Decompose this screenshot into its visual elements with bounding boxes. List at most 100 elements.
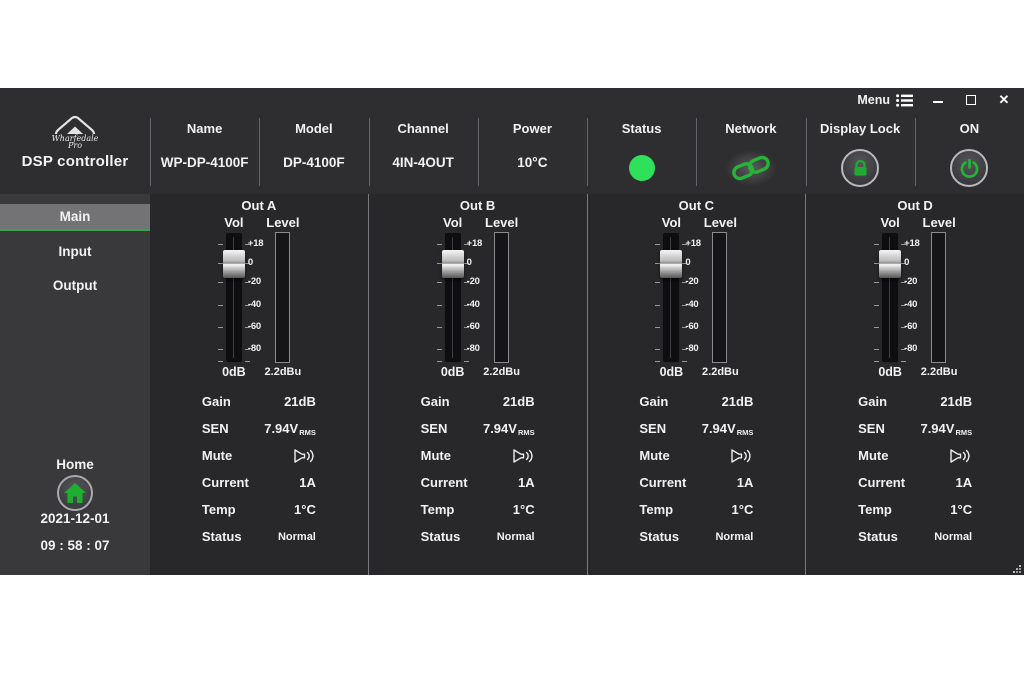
channel-info-rows: Gain 21dB SEN 7.94VRMS Mute Current [639,388,753,550]
current-label: Current [202,475,249,490]
wharfedale-logo-icon [52,115,98,135]
speaker-icon[interactable] [731,448,753,464]
channel-value: 4IN-4OUT [392,155,454,171]
power-button[interactable] [950,149,988,187]
gain-value: 21dB [503,394,535,409]
sidebar-item-output[interactable]: Output [0,268,150,302]
display-lock-label: Display Lock [820,121,900,137]
current-label: Current [858,475,905,490]
channel-strip: Out A Vol Level +18 0 -20 -40 -60 -80 0d… [150,194,368,575]
status-value: Normal [934,531,972,543]
volume-fader-track[interactable] [225,232,243,363]
sidebar-item-input[interactable]: Input [0,234,150,268]
app-window: Menu ✕ Wharfedale Pro DSP controller Nam… [0,88,1024,575]
menu-list-icon [896,94,913,107]
level-value: 2.2dBu [907,366,971,378]
gain-row: Gain 21dB [421,388,535,415]
minimize-button[interactable] [930,92,946,108]
status-label: Status [858,529,898,544]
status-label: Status [639,529,679,544]
menu-label: Menu [857,93,890,107]
status-indicator-dot [629,155,655,181]
gain-value: 21dB [284,394,316,409]
volume-fader-track[interactable] [662,232,680,363]
level-label: Level [253,216,313,230]
status-label: Status [202,529,242,544]
volume-fader-handle[interactable] [660,250,682,278]
sen-value: 7.94V [702,421,736,436]
temp-label: Temp [421,502,455,517]
sen-label: SEN [858,421,885,436]
volume-fader-handle[interactable] [442,250,464,278]
app-title: DSP controller [22,153,129,170]
volume-fader-track[interactable] [444,232,462,363]
volume-fader-handle[interactable] [223,250,245,278]
power-icon [959,158,980,179]
mute-row: Mute [421,442,535,469]
volume-fader-handle[interactable] [879,250,901,278]
model-value: DP-4100F [283,155,345,171]
speaker-icon[interactable] [513,448,535,464]
gain-row: Gain 21dB [639,388,753,415]
resize-grip[interactable] [1013,565,1021,573]
sen-unit-subscript: RMS [955,428,972,437]
header-cell-channel: Channel 4IN-4OUT [369,112,478,194]
volume-fader-track[interactable] [881,232,899,363]
status-row: Status Normal [858,523,972,550]
display-lock-button[interactable] [841,149,879,187]
header-cell-status: Status [587,112,696,194]
network-label: Network [725,121,776,137]
header-bar: Wharfedale Pro DSP controller Name WP-DP… [0,112,1024,194]
temp-value: 1°C [513,502,535,517]
brand-script-line2: Pro [68,142,82,149]
sen-value: 7.94V [920,421,954,436]
power-value: 10°C [517,155,547,171]
current-value: 1A [518,475,535,490]
gain-row: Gain 21dB [858,388,972,415]
temp-label: Temp [639,502,673,517]
fader-scale: +18 0 -20 -40 -60 -80 [467,232,493,363]
sen-unit-subscript: RMS [299,428,316,437]
home-icon [63,482,87,504]
date-display: 2021-12-01 [0,511,150,527]
menu-button[interactable]: Menu [857,93,913,107]
channel-title: Out C [588,198,806,214]
close-button[interactable]: ✕ [996,92,1012,108]
home-button[interactable] [57,475,93,511]
model-label: Model [295,121,333,137]
mute-label: Mute [421,448,451,463]
status-row: Status Normal [202,523,316,550]
name-value: WP-DP-4100F [161,155,249,171]
mute-label: Mute [202,448,232,463]
level-label: Level [909,216,969,230]
current-value: 1A [299,475,316,490]
level-value: 2.2dBu [688,366,752,378]
sidebar-item-main[interactable]: Main [0,204,150,231]
minimize-icon [933,101,943,103]
sen-row: SEN 7.94VRMS [639,415,753,442]
status-value: Normal [497,531,535,543]
fader-assembly: Vol Level +18 0 -20 -40 -60 -80 0dB 2.2d… [636,214,756,384]
speaker-icon[interactable] [294,448,316,464]
link-icon [730,155,772,181]
maximize-button[interactable] [963,92,979,108]
temp-row: Temp 1°C [421,496,535,523]
current-value: 1A [737,475,754,490]
current-label: Current [639,475,686,490]
channel-strips: Out A Vol Level +18 0 -20 -40 -60 -80 0d… [150,194,1024,575]
sen-value: 7.94V [483,421,517,436]
speaker-icon[interactable] [950,448,972,464]
temp-value: 1°C [950,502,972,517]
gain-row: Gain 21dB [202,388,316,415]
temp-row: Temp 1°C [639,496,753,523]
status-row: Status Normal [639,523,753,550]
fader-scale: +18 0 -20 -40 -60 -80 [904,232,930,363]
brand-logo: Wharfedale Pro DSP controller [0,112,150,194]
channel-title: Out A [150,198,368,214]
power-label: Power [513,121,552,137]
mute-label: Mute [858,448,888,463]
channel-strip: Out C Vol Level +18 0 -20 -40 -60 -80 0d… [587,194,806,575]
temp-label: Temp [202,502,236,517]
fader-assembly: Vol Level +18 0 -20 -40 -60 -80 0dB 2.2d… [199,214,319,384]
fader-scale: +18 0 -20 -40 -60 -80 [685,232,711,363]
